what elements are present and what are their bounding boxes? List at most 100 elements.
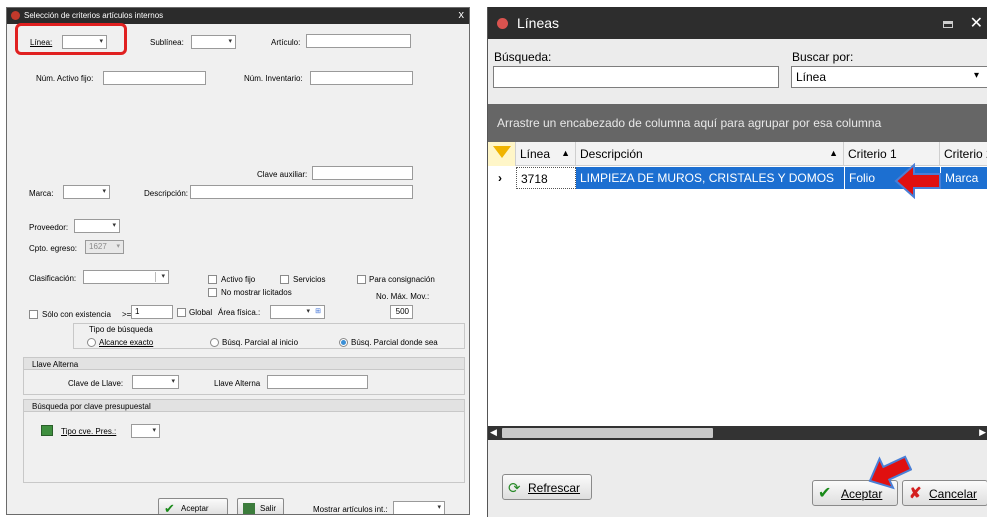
- area-fisica-select[interactable]: ▾ ⊞: [270, 305, 325, 319]
- tipo-cve-pres-label: Tipo cve. Pres.:: [61, 427, 117, 436]
- column-header-descripcion[interactable]: Descripción ▲: [576, 142, 844, 166]
- checkmark-icon: ✔: [818, 485, 832, 502]
- num-activo-fijo-input[interactable]: [103, 71, 206, 85]
- mostrar-articulos-label: Mostrar artículos int.:: [313, 505, 388, 514]
- sublinea-select[interactable]: ▾: [191, 35, 236, 49]
- salir-button[interactable]: Salir: [237, 498, 284, 514]
- red-arrow-annotation: [894, 163, 941, 199]
- cpto-egreso-value: 1627: [89, 242, 107, 251]
- chevron-down-icon: ▾: [112, 222, 116, 229]
- cancelar-button[interactable]: ✘ Cancelar: [902, 480, 987, 506]
- busqueda-clave-presupuestal-group: Búsqueda por clave presupuestal Tipo cve…: [23, 399, 465, 483]
- close-icon[interactable]: x: [459, 9, 465, 21]
- cell-descripcion[interactable]: LIMPIEZA DE MUROS, CRISTALES Y DOMOS: [576, 167, 844, 189]
- maximize-icon[interactable]: [943, 21, 953, 28]
- marca-select[interactable]: ▾: [63, 185, 110, 199]
- chevron-down-icon: ▾: [306, 308, 310, 315]
- para-consignacion-checkbox[interactable]: [357, 275, 366, 284]
- group-by-panel[interactable]: Arrastre un encabezado de columna aquí p…: [488, 104, 987, 142]
- lineas-title-bar: Líneas ✕: [488, 7, 987, 39]
- solo-existencia-label: Sólo con existencia: [42, 310, 111, 319]
- alcance-exacto-label: Alcance exacto: [99, 338, 154, 347]
- buscar-por-select[interactable]: Línea ▾: [791, 66, 987, 88]
- no-max-mov-input[interactable]: 500: [390, 305, 413, 319]
- criterios-window-title: Selección de criterios artículos interno…: [24, 11, 164, 20]
- horizontal-scrollbar[interactable]: ◀ ▶: [488, 426, 987, 440]
- cell-linea[interactable]: 3718: [516, 167, 576, 189]
- articulo-input[interactable]: [306, 34, 411, 48]
- articulo-label: Artículo:: [271, 38, 301, 47]
- grid-lookup-icon[interactable]: ⊞: [315, 306, 321, 318]
- proveedor-label: Proveedor:: [29, 223, 69, 232]
- busq-parcial-inicio-label: Búsq. Parcial al inicio: [222, 338, 299, 347]
- num-inventario-input[interactable]: [310, 71, 413, 85]
- llave-alterna-input[interactable]: [267, 375, 368, 389]
- lineas-button-bar: ⟳ Refrescar ✔ Aceptar ✘ Cancelar: [488, 440, 987, 517]
- clave-auxiliar-input[interactable]: [312, 166, 413, 180]
- red-arrow-annotation: [868, 455, 912, 490]
- lineas-window-title: Líneas: [517, 15, 560, 31]
- aceptar-button[interactable]: ✔ Aceptar: [158, 498, 228, 515]
- column-header-linea[interactable]: Línea ▲: [516, 142, 576, 166]
- busqueda-input[interactable]: [493, 66, 779, 88]
- buscar-por-value: Línea: [796, 70, 827, 84]
- scroll-left-icon[interactable]: ◀: [490, 427, 497, 438]
- app-icon: [11, 11, 20, 20]
- ge-label: >=: [122, 310, 132, 319]
- busq-parcial-donde-radio[interactable]: [339, 338, 348, 347]
- num-activo-fijo-label: Núm. Activo fijo:: [36, 74, 94, 83]
- llave-alterna-label: Llave Alterna: [214, 379, 261, 388]
- refrescar-button-label: Refrescar: [528, 481, 581, 495]
- group-by-hint: Arrastre un encabezado de columna aquí p…: [497, 116, 882, 130]
- descripcion-input[interactable]: [190, 185, 413, 199]
- app-icon: [497, 18, 508, 29]
- marca-label: Marca:: [29, 189, 54, 198]
- existencia-input[interactable]: 1: [131, 305, 173, 319]
- chevron-down-icon: ▾: [228, 38, 232, 45]
- checkmark-icon: ✔: [164, 501, 175, 515]
- tipo-busqueda-group: Tipo de búsqueda Alcance exacto Búsq. Pa…: [73, 323, 465, 349]
- scroll-thumb[interactable]: [502, 428, 713, 438]
- scroll-right-icon[interactable]: ▶: [979, 427, 986, 438]
- num-inventario-label: Núm. Inventario:: [244, 74, 303, 83]
- row-indicator-icon: ›: [498, 171, 502, 185]
- no-mostrar-licitados-label: No mostrar licitados: [221, 288, 292, 297]
- cell-criterio-2[interactable]: Marca: [941, 167, 987, 189]
- exit-door-icon: [243, 503, 255, 514]
- servicios-checkbox[interactable]: [280, 275, 289, 284]
- solo-existencia-checkbox[interactable]: [29, 310, 38, 319]
- chevron-down-icon: ▾: [973, 70, 979, 81]
- chevron-down-icon: ▾: [437, 504, 441, 511]
- clasificacion-select[interactable]: ▾: [83, 270, 169, 284]
- close-icon[interactable]: ✕: [970, 13, 983, 33]
- para-consignacion-label: Para consignación: [369, 275, 435, 284]
- busq-parcial-inicio-radio[interactable]: [210, 338, 219, 347]
- activo-fijo-label: Activo fijo: [221, 275, 256, 284]
- tipo-busqueda-title: Tipo de búsqueda: [89, 325, 153, 334]
- busqueda-label: Búsqueda:: [494, 50, 552, 64]
- servicios-label: Servicios: [293, 275, 326, 284]
- chevron-down-icon: ▾: [102, 188, 106, 195]
- alcance-exacto-radio[interactable]: [87, 338, 96, 347]
- chevron-down-icon: ▾: [161, 273, 165, 280]
- criterios-title-bar: Selección de criterios artículos interno…: [7, 8, 469, 24]
- clave-de-llave-select[interactable]: ▾: [132, 375, 179, 389]
- no-max-mov-label: No. Máx. Mov.:: [376, 292, 430, 301]
- busq-parcial-donde-label: Búsq. Parcial donde sea: [351, 338, 438, 347]
- presupuesto-icon: [41, 425, 53, 436]
- llave-alterna-title: Llave Alterna: [32, 360, 79, 369]
- descripcion-label: Descripción:: [144, 189, 189, 198]
- salir-button-label: Salir: [260, 504, 277, 513]
- proveedor-select[interactable]: ▾: [74, 219, 120, 233]
- tipo-cve-pres-select[interactable]: ▾: [131, 424, 160, 438]
- area-fisica-label: Área física.:: [218, 308, 261, 317]
- chevron-down-icon: ▾: [116, 243, 120, 250]
- activo-fijo-checkbox[interactable]: [208, 275, 217, 284]
- column-header-criterio-2[interactable]: Criterio 2: [940, 142, 987, 166]
- sublinea-label: Sublínea:: [150, 38, 184, 47]
- refrescar-button[interactable]: ⟳ Refrescar: [502, 474, 592, 500]
- no-mostrar-licitados-checkbox[interactable]: [208, 288, 217, 297]
- mostrar-articulos-select[interactable]: ▾: [393, 501, 445, 514]
- filter-icon[interactable]: [488, 142, 516, 166]
- global-checkbox[interactable]: [177, 308, 186, 317]
